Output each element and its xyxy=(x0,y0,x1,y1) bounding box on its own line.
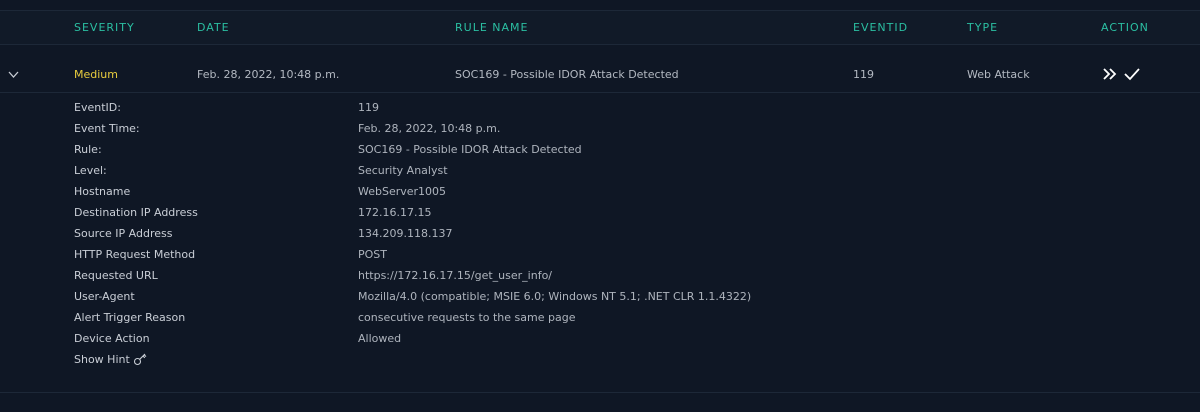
detail-label-eventid: EventID: xyxy=(74,101,121,114)
detail-label-trigger-reason: Alert Trigger Reason xyxy=(74,311,186,324)
detail-label-event-time: Event Time: xyxy=(74,122,140,135)
checkmark-icon[interactable] xyxy=(1124,67,1140,81)
key-icon[interactable] xyxy=(133,352,147,366)
show-hint-link[interactable]: Show Hint xyxy=(74,353,130,366)
detail-label-destination-ip: Destination IP Address xyxy=(74,206,198,219)
detail-label-requested-url: Requested URL xyxy=(74,269,158,282)
alert-details-panel: EventID: 119 Event Time: Feb. 28, 2022, … xyxy=(0,93,1200,383)
table-row[interactable]: Medium Feb. 28, 2022, 10:48 p.m. SOC169 … xyxy=(0,45,1200,92)
detail-value-trigger-reason: consecutive requests to the same page xyxy=(358,311,576,324)
detail-value-device-action: Allowed xyxy=(358,332,402,345)
table-header: SEVERITY DATE RULE NAME EVENTID TYPE ACT… xyxy=(0,11,1200,44)
detail-label-hostname: Hostname xyxy=(74,185,131,198)
detail-label-user-agent: User-Agent xyxy=(74,290,135,303)
column-header-eventid[interactable]: EVENTID xyxy=(853,21,908,34)
row-date: Feb. 28, 2022, 10:48 p.m. xyxy=(197,68,340,81)
column-header-date[interactable]: DATE xyxy=(197,21,230,34)
detail-value-rule: SOC169 - Possible IDOR Attack Detected xyxy=(358,143,582,156)
chevron-down-icon[interactable] xyxy=(8,69,19,80)
detail-value-eventid: 119 xyxy=(358,101,379,114)
double-chevron-right-icon[interactable] xyxy=(1103,67,1117,81)
divider xyxy=(0,392,1200,393)
row-type: Web Attack xyxy=(967,68,1030,81)
detail-value-requested-url: https://172.16.17.15/get_user_info/ xyxy=(358,269,553,282)
detail-label-device-action: Device Action xyxy=(74,332,150,345)
detail-value-source-ip: 134.209.118.137 xyxy=(358,227,453,240)
detail-value-http-method: POST xyxy=(358,248,387,261)
detail-label-level: Level: xyxy=(74,164,107,177)
alert-table: SEVERITY DATE RULE NAME EVENTID TYPE ACT… xyxy=(0,0,1200,412)
detail-value-event-time: Feb. 28, 2022, 10:48 p.m. xyxy=(358,122,501,135)
detail-label-rule: Rule: xyxy=(74,143,102,156)
row-rule-name: SOC169 - Possible IDOR Attack Detected xyxy=(455,68,679,81)
column-header-action: ACTION xyxy=(1101,21,1149,34)
detail-value-level: Security Analyst xyxy=(358,164,448,177)
column-header-rule-name[interactable]: RULE NAME xyxy=(455,21,528,34)
column-header-type[interactable]: TYPE xyxy=(967,21,998,34)
detail-value-destination-ip: 172.16.17.15 xyxy=(358,206,432,219)
row-actions xyxy=(1102,66,1142,82)
row-eventid: 119 xyxy=(853,68,874,81)
severity-badge: Medium xyxy=(74,68,118,81)
detail-label-http-method: HTTP Request Method xyxy=(74,248,196,261)
detail-label-source-ip: Source IP Address xyxy=(74,227,173,240)
detail-value-hostname: WebServer1005 xyxy=(358,185,447,198)
column-header-severity[interactable]: SEVERITY xyxy=(74,21,135,34)
detail-value-user-agent: Mozilla/4.0 (compatible; MSIE 6.0; Windo… xyxy=(358,290,752,303)
